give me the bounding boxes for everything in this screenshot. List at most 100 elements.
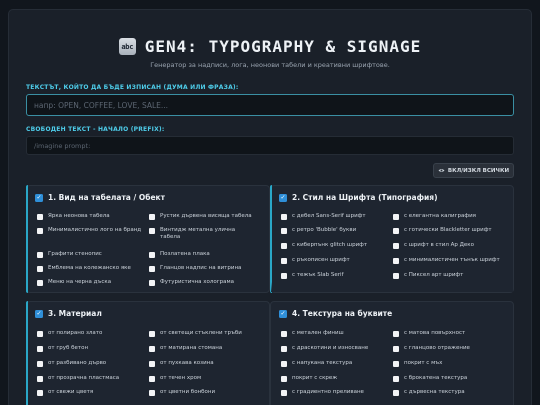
checkbox[interactable] (281, 242, 287, 249)
panel-title: 3. Материал (48, 309, 102, 318)
option[interactable]: Минималистично лого на бранд (37, 227, 141, 234)
option[interactable]: от свежи цветя (37, 389, 93, 396)
panel-checkbox[interactable]: ✓ (35, 309, 43, 318)
panel-checkbox[interactable]: ✓ (35, 193, 43, 202)
option[interactable]: с готически Blackletter шрифт (393, 227, 492, 234)
toggle-all-label: ВКЛ/ИЗКЛ ВСИЧКИ (447, 167, 510, 174)
option[interactable]: с метален финиш (281, 330, 344, 337)
panel-material: ✓ 3. Материал от полирано злато от груб … (26, 301, 270, 405)
option[interactable]: с ръкописен шрифт (281, 257, 350, 264)
option[interactable]: с матова повърхност (393, 330, 465, 337)
checkbox[interactable] (393, 360, 399, 367)
checkbox[interactable] (393, 213, 399, 220)
checkbox[interactable] (149, 227, 155, 234)
panel-title: 2. Стил на Шрифта (Типография) (292, 193, 438, 202)
option[interactable]: Футуристична холограма (149, 279, 234, 286)
checkbox[interactable] (37, 251, 43, 258)
option[interactable]: с дебел Sans-Serif шрифт (281, 213, 366, 220)
option[interactable]: от полирано злато (37, 330, 102, 337)
checkbox[interactable] (281, 360, 287, 367)
option[interactable]: от прозрачна пластмаса (37, 375, 119, 382)
prefix-field-label: СВОБОДЕН ТЕКСТ - НАЧАЛО (PREFIX): (26, 126, 165, 133)
option[interactable]: с напукана текстура (281, 360, 352, 367)
option[interactable]: с минималистичен тънък шрифт (393, 257, 500, 264)
eye-icon (438, 169, 445, 172)
text-input[interactable]: напр: OPEN, COFFEE, LOVE, SALE... (26, 94, 514, 116)
toggle-all-button[interactable]: ВКЛ/ИЗКЛ ВСИЧКИ (433, 163, 514, 178)
option[interactable]: Позлатена плака (149, 251, 210, 258)
option[interactable]: Емблема на колежанско яке (37, 265, 131, 272)
option[interactable]: с елегантна калиграфия (393, 213, 476, 220)
option[interactable]: Рустик дървена висяща табела (149, 213, 252, 220)
option[interactable]: с шрифт в стил Ар Деко (393, 242, 474, 249)
page-title: GEN4: TYPOGRAPHY & SIGNAGE (144, 37, 422, 56)
checkbox[interactable] (393, 375, 399, 382)
checkbox[interactable] (149, 330, 155, 337)
checkbox[interactable] (281, 389, 287, 396)
checkbox[interactable] (37, 279, 43, 286)
checkbox[interactable] (281, 213, 287, 220)
panel-letter-texture: ✓ 4. Текстура на буквите с метален финиш… (270, 301, 514, 405)
checkbox[interactable] (37, 265, 43, 272)
checkbox[interactable] (37, 213, 43, 220)
scroll-fade (271, 282, 513, 292)
checkbox[interactable] (149, 251, 155, 258)
checkbox[interactable] (37, 345, 43, 352)
checkbox[interactable] (37, 227, 43, 234)
checkbox[interactable] (37, 330, 43, 337)
option[interactable]: с тежък Slab Serif (281, 272, 344, 279)
option[interactable]: с Пиксел арт шрифт (393, 272, 463, 279)
checkbox[interactable] (281, 227, 287, 234)
option[interactable]: Гланцов надпис на витрина (149, 265, 241, 272)
checkbox[interactable] (149, 265, 155, 272)
checkbox[interactable] (393, 257, 399, 264)
option[interactable]: от пухкава козина (149, 360, 214, 367)
panel-sign-type: ✓ 1. Вид на табелата / Обект Ярка неонов… (26, 185, 270, 293)
option[interactable]: от цветни бонбони (149, 389, 215, 396)
checkbox[interactable] (37, 360, 43, 367)
checkbox[interactable] (149, 360, 155, 367)
checkbox[interactable] (149, 279, 155, 286)
checkbox[interactable] (393, 227, 399, 234)
checkbox[interactable] (281, 272, 287, 279)
panel-checkbox[interactable]: ✓ (279, 309, 287, 318)
checkbox[interactable] (393, 330, 399, 337)
option[interactable]: от разбивано дърво (37, 360, 106, 367)
panel-checkbox[interactable]: ✓ (279, 193, 287, 202)
panel-font-style: ✓ 2. Стил на Шрифта (Типография) с дебел… (270, 185, 514, 293)
checkbox[interactable] (37, 375, 43, 382)
option[interactable]: Винтидж метална улична табела (149, 227, 250, 241)
option[interactable]: с ретро 'Bubble' букви (281, 227, 356, 234)
checkbox[interactable] (281, 375, 287, 382)
page-subtitle: Генератор за надписи, лога, неонови табе… (150, 61, 390, 69)
option[interactable]: покрит с скреж (281, 375, 337, 382)
option[interactable]: с гланцово отражение (393, 345, 470, 352)
option[interactable]: от груб бетон (37, 345, 88, 352)
option[interactable]: Графити стенопис (37, 251, 102, 258)
checkbox[interactable] (393, 389, 399, 396)
option[interactable]: от матирана стомана (149, 345, 222, 352)
checkbox[interactable] (281, 345, 287, 352)
checkbox[interactable] (149, 389, 155, 396)
option[interactable]: с драскотини и износване (281, 345, 368, 352)
option[interactable]: от течен хром (149, 375, 201, 382)
checkbox[interactable] (393, 242, 399, 249)
panel-title: 1. Вид на табелата / Обект (48, 193, 165, 202)
option[interactable]: с градиентно преливане (281, 389, 364, 396)
option[interactable]: с киберпънк glitch шрифт (281, 242, 367, 249)
option[interactable]: от светещи стъклени тръби (149, 330, 242, 337)
prefix-input[interactable]: /imagine prompt: (26, 136, 514, 155)
option[interactable]: с брокатена текстура (393, 375, 467, 382)
checkbox[interactable] (281, 257, 287, 264)
option[interactable]: Меню на черна дъска (37, 279, 111, 286)
checkbox[interactable] (393, 272, 399, 279)
option[interactable]: с дървесна текстура (393, 389, 465, 396)
checkbox[interactable] (149, 375, 155, 382)
checkbox[interactable] (149, 345, 155, 352)
checkbox[interactable] (281, 330, 287, 337)
option[interactable]: Ярка неонова табела (37, 213, 110, 220)
checkbox[interactable] (149, 213, 155, 220)
checkbox[interactable] (37, 389, 43, 396)
option[interactable]: покрит с мъх (393, 360, 442, 367)
checkbox[interactable] (393, 345, 399, 352)
